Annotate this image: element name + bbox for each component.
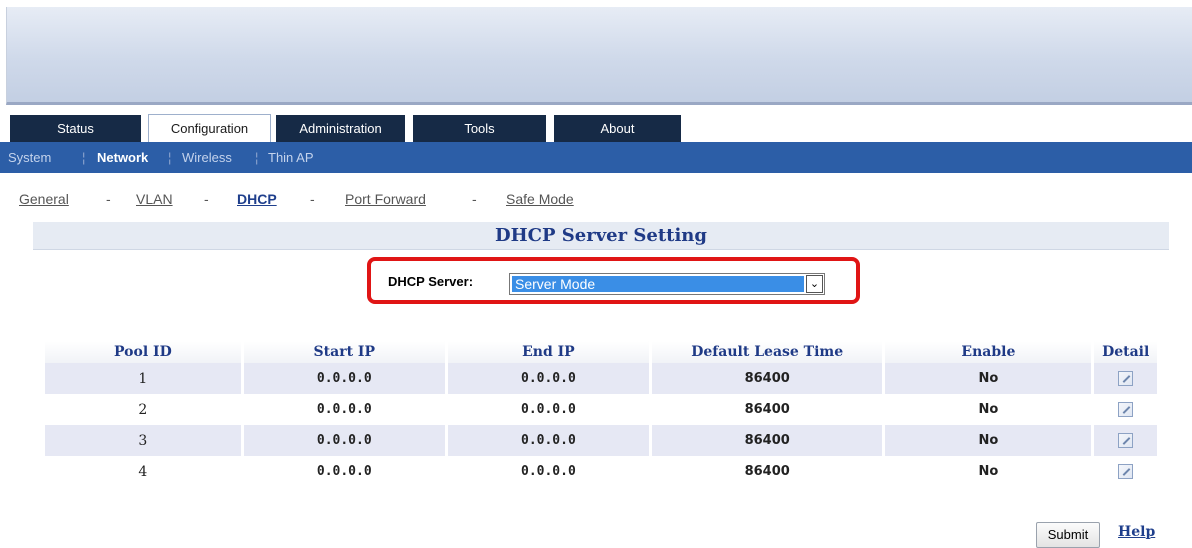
crumb-separator: - bbox=[204, 191, 209, 207]
table-row: 1 0.0.0.0 0.0.0.0 86400 No bbox=[42, 363, 1160, 394]
enable-cell: No bbox=[882, 363, 1095, 394]
pool-id-cell: 2 bbox=[42, 394, 244, 425]
tab-about[interactable]: About bbox=[554, 115, 681, 143]
col-pool-id: Pool ID bbox=[42, 341, 244, 363]
page-title: DHCP Server Setting bbox=[495, 225, 707, 246]
main-tab-bar: Status Configuration Administration Tool… bbox=[0, 113, 1192, 144]
tab-administration[interactable]: Administration bbox=[276, 115, 405, 143]
crumb-general[interactable]: General bbox=[19, 191, 69, 207]
subnav-thin-ap[interactable]: Thin AP bbox=[268, 142, 314, 173]
lease-time-cell: 86400 bbox=[648, 363, 886, 394]
detail-cell bbox=[1091, 394, 1160, 425]
subnav-separator: ¦ bbox=[82, 150, 86, 165]
col-detail: Detail bbox=[1091, 341, 1160, 363]
end-ip-cell: 0.0.0.0 bbox=[444, 394, 652, 425]
detail-cell bbox=[1091, 425, 1160, 456]
tab-configuration[interactable]: Configuration bbox=[148, 114, 271, 144]
edit-icon[interactable] bbox=[1118, 464, 1134, 479]
pool-id-cell: 3 bbox=[42, 425, 244, 456]
pool-id-cell: 4 bbox=[42, 456, 244, 487]
edit-icon[interactable] bbox=[1118, 402, 1134, 417]
subnav-network[interactable]: Network bbox=[97, 142, 148, 173]
enable-cell: No bbox=[882, 425, 1095, 456]
dhcp-server-select[interactable]: Server Mode ⌄ bbox=[509, 273, 825, 295]
help-link[interactable]: Help bbox=[1118, 524, 1155, 540]
crumb-separator: - bbox=[106, 191, 111, 207]
subnav-system[interactable]: System bbox=[8, 142, 51, 173]
header-banner bbox=[6, 7, 1192, 105]
col-lease-time: Default Lease Time bbox=[648, 341, 886, 363]
enable-cell: No bbox=[882, 456, 1095, 487]
start-ip-cell: 0.0.0.0 bbox=[240, 394, 448, 425]
submit-button[interactable]: Submit bbox=[1036, 522, 1100, 548]
tab-status[interactable]: Status bbox=[10, 115, 141, 143]
crumb-separator: - bbox=[472, 191, 477, 207]
start-ip-cell: 0.0.0.0 bbox=[240, 456, 448, 487]
col-end-ip: End IP bbox=[444, 341, 652, 363]
table-row: 3 0.0.0.0 0.0.0.0 86400 No bbox=[42, 425, 1160, 456]
table-header-row: Pool ID Start IP End IP Default Lease Ti… bbox=[42, 341, 1160, 363]
subnav-separator: ¦ bbox=[255, 150, 259, 165]
detail-cell bbox=[1091, 363, 1160, 394]
crumb-dhcp[interactable]: DHCP bbox=[237, 191, 277, 207]
crumb-port-forward[interactable]: Port Forward bbox=[345, 191, 426, 207]
enable-cell: No bbox=[882, 394, 1095, 425]
table-row: 2 0.0.0.0 0.0.0.0 86400 No bbox=[42, 394, 1160, 425]
col-start-ip: Start IP bbox=[240, 341, 448, 363]
subnav-separator: ¦ bbox=[168, 150, 172, 165]
start-ip-cell: 0.0.0.0 bbox=[240, 425, 448, 456]
pool-table: Pool ID Start IP End IP Default Lease Ti… bbox=[42, 341, 1160, 487]
table-row: 4 0.0.0.0 0.0.0.0 86400 No bbox=[42, 456, 1160, 487]
subnav-wireless[interactable]: Wireless bbox=[182, 142, 232, 173]
lease-time-cell: 86400 bbox=[648, 456, 886, 487]
start-ip-cell: 0.0.0.0 bbox=[240, 363, 448, 394]
col-enable: Enable bbox=[882, 341, 1095, 363]
section-header: DHCP Server Setting bbox=[33, 222, 1169, 250]
dhcp-server-selected-value: Server Mode bbox=[512, 276, 804, 292]
pool-id-cell: 1 bbox=[42, 363, 244, 394]
sub-navigation: System ¦ Network ¦ Wireless ¦ Thin AP bbox=[0, 142, 1192, 173]
tab-tools[interactable]: Tools bbox=[413, 115, 546, 143]
end-ip-cell: 0.0.0.0 bbox=[444, 456, 652, 487]
crumb-separator: - bbox=[310, 191, 315, 207]
end-ip-cell: 0.0.0.0 bbox=[444, 363, 652, 394]
detail-cell bbox=[1091, 456, 1160, 487]
end-ip-cell: 0.0.0.0 bbox=[444, 425, 652, 456]
crumb-vlan[interactable]: VLAN bbox=[136, 191, 173, 207]
edit-icon[interactable] bbox=[1118, 371, 1134, 386]
chevron-down-icon[interactable]: ⌄ bbox=[806, 275, 823, 293]
crumb-safe-mode[interactable]: Safe Mode bbox=[506, 191, 574, 207]
lease-time-cell: 86400 bbox=[648, 425, 886, 456]
dhcp-server-label: DHCP Server: bbox=[388, 274, 474, 289]
edit-icon[interactable] bbox=[1118, 433, 1134, 448]
lease-time-cell: 86400 bbox=[648, 394, 886, 425]
